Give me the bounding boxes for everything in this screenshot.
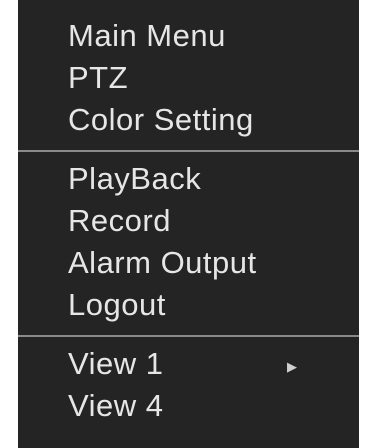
menu-item-main-menu[interactable]: Main Menu <box>18 15 359 57</box>
menu-item-label: Record <box>68 203 171 238</box>
menu-divider <box>18 150 359 152</box>
menu-item-view-4[interactable]: View 4 <box>18 385 359 427</box>
menu-item-alarm-output[interactable]: Alarm Output <box>18 242 359 284</box>
menu-item-ptz[interactable]: PTZ <box>18 57 359 99</box>
menu-item-label: Main Menu <box>68 18 226 53</box>
menu-item-playback[interactable]: PlayBack <box>18 158 359 200</box>
menu-item-label: View 1 <box>68 346 164 381</box>
menu-item-label: Logout <box>68 287 166 322</box>
menu-divider <box>18 335 359 337</box>
menu-item-logout[interactable]: Logout <box>18 284 359 326</box>
menu-group-system: Main Menu PTZ Color Setting <box>18 0 359 141</box>
menu-item-view-1[interactable]: View 1 ▶ <box>18 343 359 385</box>
menu-item-color-setting[interactable]: Color Setting <box>18 99 359 141</box>
menu-item-label: Alarm Output <box>68 245 257 280</box>
menu-item-label: PlayBack <box>68 161 202 196</box>
menu-group-operations: PlayBack Record Alarm Output Logout <box>18 158 359 326</box>
menu-item-label: View 4 <box>68 388 164 423</box>
context-menu: Main Menu PTZ Color Setting PlayBack Rec… <box>18 0 359 448</box>
menu-group-views: View 1 ▶ View 4 <box>18 343 359 427</box>
menu-item-label: PTZ <box>68 60 129 95</box>
menu-item-label: Color Setting <box>68 102 254 137</box>
triangle-right-icon: ▶ <box>287 359 298 374</box>
menu-item-record[interactable]: Record <box>18 200 359 242</box>
